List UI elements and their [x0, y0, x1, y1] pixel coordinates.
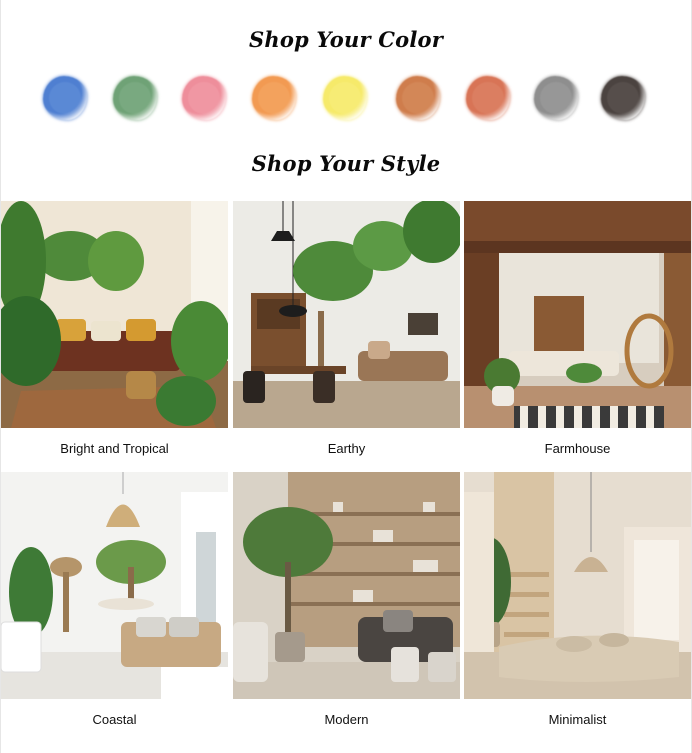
swatch-pink[interactable] [182, 76, 226, 120]
style-label[interactable]: Bright and Tropical [1, 441, 228, 456]
swatch-charcoal[interactable] [601, 76, 645, 120]
style-card-bright-tropical[interactable]: Bright and Tropical [1, 201, 228, 456]
style-image-bright-tropical[interactable] [1, 201, 228, 428]
swatch-gray[interactable] [534, 76, 578, 120]
style-image-earthy[interactable] [233, 201, 460, 428]
swatch-orange[interactable] [252, 76, 296, 120]
swatch-blue[interactable] [43, 76, 87, 120]
style-card-minimalist[interactable]: Minimalist [464, 472, 691, 727]
style-card-modern[interactable]: Modern [233, 472, 460, 727]
style-card-coastal[interactable]: Coastal [1, 472, 228, 727]
color-swatch-row [43, 76, 653, 124]
style-image-minimalist[interactable] [464, 472, 691, 699]
swatch-terracotta[interactable] [466, 76, 510, 120]
shop-your-style-heading: Shop Your Style [251, 151, 441, 176]
swatch-green[interactable] [113, 76, 157, 120]
shop-your-color-heading: Shop Your Color [248, 27, 444, 52]
style-image-modern[interactable] [233, 472, 460, 699]
swatch-rust[interactable] [396, 76, 440, 120]
style-image-coastal[interactable] [1, 472, 228, 699]
style-label[interactable]: Coastal [1, 712, 228, 727]
style-card-farmhouse[interactable]: Farmhouse [464, 201, 691, 456]
style-label[interactable]: Minimalist [464, 712, 691, 727]
style-label[interactable]: Earthy [233, 441, 460, 456]
style-label[interactable]: Modern [233, 712, 460, 727]
style-image-farmhouse[interactable] [464, 201, 691, 428]
style-label[interactable]: Farmhouse [464, 441, 691, 456]
swatch-yellow[interactable] [323, 76, 367, 120]
style-card-earthy[interactable]: Earthy [233, 201, 460, 456]
